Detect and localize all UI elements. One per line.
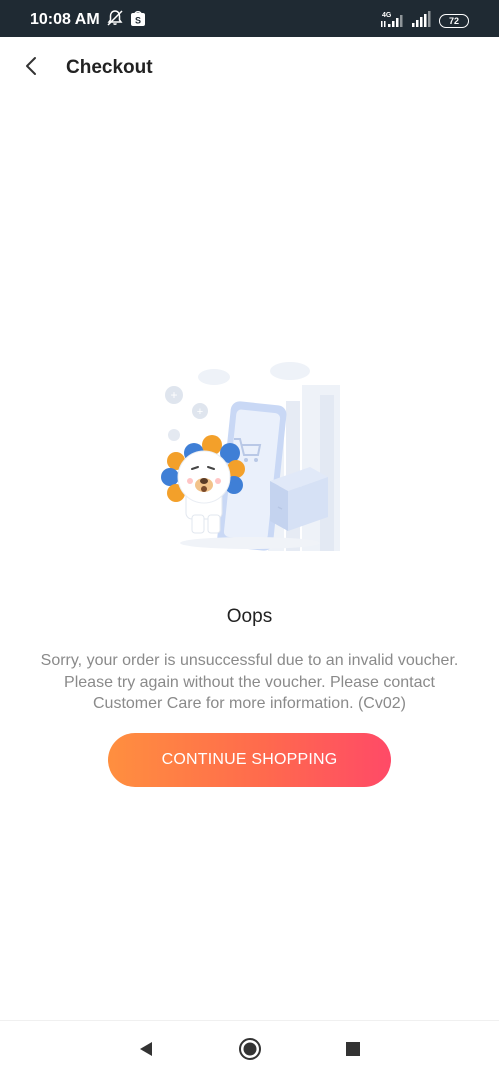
- system-navigation-bar: [0, 1020, 499, 1081]
- notification-muted-icon: [106, 9, 124, 27]
- back-triangle-icon: [137, 1040, 155, 1063]
- page-title: Checkout: [66, 57, 153, 78]
- svg-text:+: +: [197, 406, 203, 418]
- error-title: Oops: [226, 606, 273, 627]
- mascot-phone-box-illustration: + +: [150, 355, 350, 555]
- signal-4g-icon: 4G: [380, 9, 406, 29]
- nav-home-button[interactable]: [238, 1037, 262, 1066]
- recents-square-icon: [344, 1040, 362, 1063]
- svg-text:S: S: [135, 16, 141, 26]
- back-button[interactable]: [14, 51, 48, 85]
- header: Checkout: [0, 37, 499, 99]
- svg-text:4G: 4G: [382, 12, 392, 19]
- nav-back-button[interactable]: [134, 1039, 158, 1063]
- continue-shopping-button[interactable]: CONTINUE SHOPPING: [108, 733, 391, 787]
- svg-text:+: +: [170, 388, 177, 402]
- error-message: Sorry, your order is unsuccessful due to…: [40, 652, 459, 712]
- battery-icon: 72: [439, 14, 469, 28]
- home-circle-icon: [238, 1037, 262, 1066]
- shopee-notification-icon: S: [130, 9, 146, 27]
- chevron-left-icon: [24, 56, 38, 81]
- status-time: 10:08 AM: [30, 11, 100, 28]
- signal-icon: [410, 10, 432, 28]
- nav-recents-button[interactable]: [341, 1039, 365, 1063]
- status-bar: 10:08 AM S 4G 72: [0, 0, 499, 37]
